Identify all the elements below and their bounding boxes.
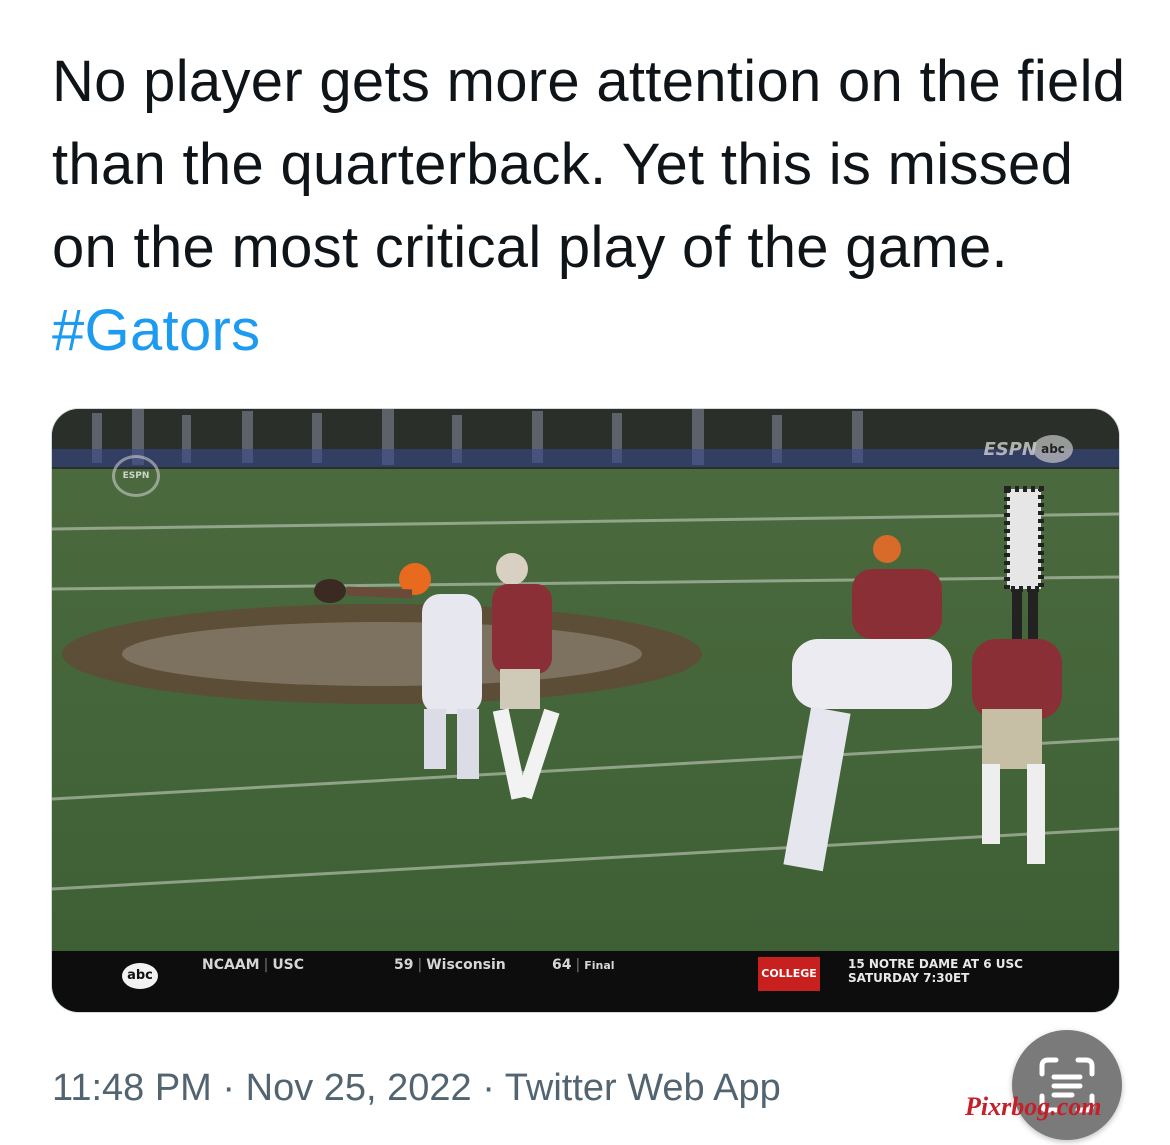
college-football-badge: COLLEGE: [758, 957, 820, 991]
espn-college-football-logo: ESPN: [112, 455, 160, 497]
hashtag-link[interactable]: #Gators: [52, 298, 260, 363]
meta-separator: ·: [471, 1067, 505, 1109]
score-ticker: abc NCAAM | USC 59 | Wisconsin 64 | Final COLL…: [52, 951, 1119, 1012]
football-scene: [52, 409, 1119, 1012]
tweet-metadata: 11:48 PM · Nov 25, 2022 · Twitter Web Ap…: [52, 1060, 781, 1116]
promo-text: 15 NOTRE DAME AT 6 USC SATURDAY 7:30ET: [848, 957, 1023, 985]
espn-watermark: ESPN: [983, 439, 1037, 460]
ticker-score2: 64: [552, 957, 572, 973]
abc-bug-icon: abc: [1033, 435, 1073, 463]
meta-separator: ·: [211, 1067, 246, 1109]
abc-logo-icon: abc: [122, 963, 158, 989]
tweet-date[interactable]: Nov 25, 2022: [246, 1067, 472, 1109]
ticker-team2: Wisconsin: [426, 957, 506, 973]
text-scan-icon: [1039, 1057, 1095, 1113]
pixrbog-watermark: Pixrbog.com: [965, 1092, 1102, 1121]
ticker-status: Final: [584, 959, 615, 972]
tweet-time[interactable]: 11:48 PM: [52, 1067, 212, 1109]
text-scan-button[interactable]: [1012, 1030, 1122, 1140]
ticker-league-label: NCAAM: [202, 957, 260, 973]
ticker-game1: 59 | Wisconsin: [394, 957, 506, 973]
tweet-media-image[interactable]: ESPN ESPN abc abc NCAAM | USC 59 | Wisconsin…: [51, 408, 1120, 1013]
ticker-league: NCAAM | USC: [202, 957, 305, 973]
ticker-game2: 64 | Final: [552, 957, 615, 973]
promo-line1: 15 NOTRE DAME AT 6 USC: [848, 957, 1023, 971]
tweet-body: No player gets more attention on the fie…: [52, 49, 1126, 280]
ticker-team1: USC: [272, 957, 305, 973]
tweet-text: No player gets more attention on the fie…: [52, 40, 1132, 372]
tweet-source: Twitter Web App: [504, 1067, 781, 1109]
ticker-score1: 59: [394, 957, 414, 973]
promo-line2: SATURDAY 7:30ET: [848, 971, 970, 985]
